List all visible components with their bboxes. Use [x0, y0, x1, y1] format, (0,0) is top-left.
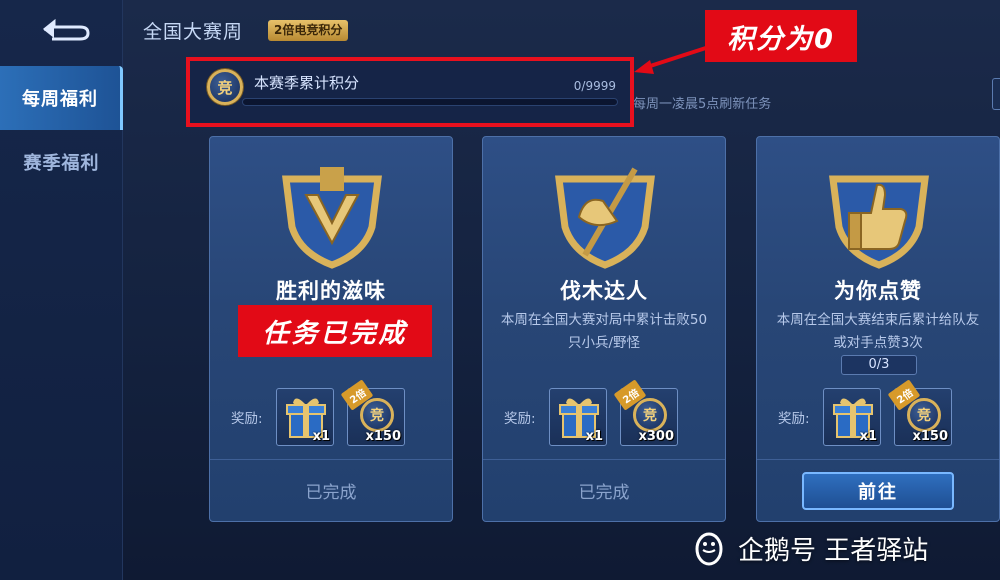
reward-quantity: x1: [585, 429, 603, 444]
go-button[interactable]: 前往: [802, 471, 954, 510]
sidebar: 每周福利 赛季福利: [0, 0, 123, 580]
sidebar-item-weekly-benefits[interactable]: 每周福利: [0, 66, 123, 130]
watermark-text: 企鹅号 王者驿站: [738, 535, 929, 566]
reward-label: 奖励:: [504, 411, 536, 427]
task-status: 已完成: [305, 483, 357, 503]
reward-quantity: x150: [365, 429, 401, 444]
card-title: 伐木达人: [560, 279, 648, 303]
sidebar-item-label: 每周福利: [22, 89, 98, 110]
page-title: 全国大赛周: [143, 21, 244, 43]
reward-competition-points[interactable]: 竞 2倍 x150: [887, 379, 952, 446]
competition-coin-icon: 竞: [633, 398, 667, 432]
sidebar-item-season-benefits[interactable]: 赛季福利: [0, 130, 123, 194]
penguin-logo-icon: [695, 532, 723, 566]
competition-coin-icon: 竞: [207, 69, 243, 105]
victory-emblem-icon: [282, 167, 382, 269]
score-label: 本赛季累计积分: [254, 74, 360, 92]
task-completed-stamp: 任务已完成: [238, 305, 432, 357]
watermark: 企鹅号 王者驿站: [690, 528, 928, 568]
refresh-note: 每周一凌晨5点刷新任务: [633, 97, 772, 112]
reward-quantity: x300: [638, 429, 674, 444]
reward-competition-points[interactable]: 竞 2倍 x300: [613, 379, 678, 446]
reward-competition-points[interactable]: 竞 2倍 x150: [340, 379, 405, 446]
score-progress-bar: [242, 98, 618, 106]
competition-coin-icon: 竞: [360, 398, 394, 432]
card-title: 为你点赞: [834, 279, 922, 303]
reward-gift-box[interactable]: x1: [549, 388, 607, 446]
card-description: 本周在全国大赛结束后累计给队友或对手点赞3次: [776, 312, 980, 351]
card-footer: 已完成: [210, 459, 452, 521]
task-card-thumbs-up: 为你点赞 本周在全国大赛结束后累计给队友或对手点赞3次 0/3 奖励: x1 竞…: [756, 136, 1000, 522]
double-points-badge: 2倍电竞积分: [268, 20, 349, 41]
reward-label: 奖励:: [778, 411, 810, 427]
back-arrow-icon[interactable]: [36, 18, 92, 42]
reward-quantity: x150: [912, 429, 948, 444]
edge-tab-button[interactable]: [992, 78, 1000, 110]
card-footer: 已完成: [483, 459, 725, 521]
task-progress: 0/3: [841, 355, 917, 375]
reward-label: 奖励:: [231, 411, 263, 427]
card-description: 本周在全国大赛对局中累计击败50只小兵/野怪: [500, 312, 708, 351]
reward-quantity: x1: [312, 429, 330, 444]
axe-emblem-icon: [555, 167, 655, 269]
task-status: 已完成: [578, 483, 630, 503]
card-footer: 前往: [757, 459, 999, 521]
competition-coin-icon: 竞: [907, 398, 941, 432]
score-zero-callout: 积分为0: [705, 10, 857, 62]
task-card-lumberjack: 伐木达人 本周在全国大赛对局中累计击败50只小兵/野怪 奖励: x1 竞 2倍 …: [482, 136, 726, 522]
reward-quantity: x1: [859, 429, 877, 444]
reward-gift-box[interactable]: x1: [276, 388, 334, 446]
thumbs-up-emblem-icon: [829, 175, 929, 269]
sidebar-item-label: 赛季福利: [23, 153, 100, 174]
reward-gift-box[interactable]: x1: [823, 388, 881, 446]
card-title: 胜利的滋味: [276, 279, 386, 303]
score-value: 0/9999: [573, 79, 616, 93]
season-score-panel: 竞 本赛季累计积分 0/9999: [186, 57, 634, 127]
